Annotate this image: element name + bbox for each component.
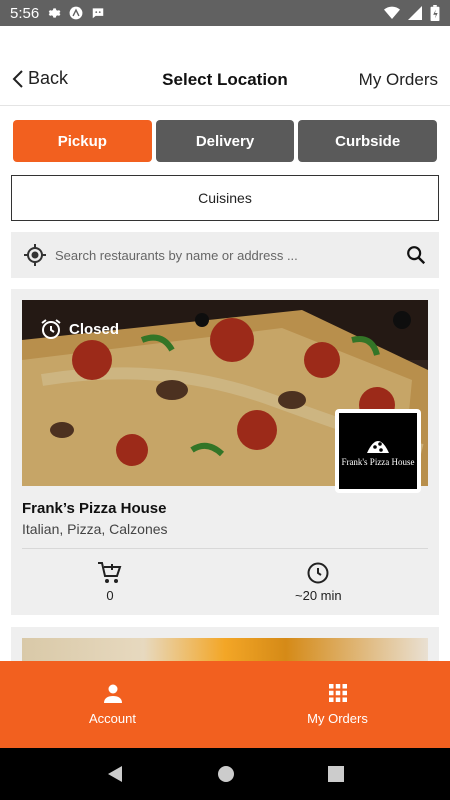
wait-time-stat: ~20 min: [295, 561, 342, 603]
bottom-nav: Account My Orders: [0, 661, 450, 748]
wait-time: ~20 min: [295, 588, 342, 603]
chevron-left-icon: [12, 69, 23, 88]
restaurant-logo: Frank's Pizza House: [335, 409, 421, 493]
divider: [22, 548, 428, 549]
curbside-tab[interactable]: Curbside: [298, 120, 438, 162]
pizza-logo-icon: [367, 441, 389, 453]
back-button[interactable]: Back: [12, 68, 68, 89]
pickup-tab[interactable]: Pickup: [13, 120, 152, 162]
nav-bar: Back Select Location My Orders: [0, 26, 450, 106]
my-orders-link[interactable]: My Orders: [359, 70, 438, 90]
account-tab[interactable]: Account: [0, 661, 225, 748]
cart-stat[interactable]: 0: [97, 561, 123, 603]
my-orders-tab[interactable]: My Orders: [225, 661, 450, 748]
alarm-icon: [41, 319, 61, 339]
clock-icon: [307, 562, 329, 584]
search-input[interactable]: [55, 247, 405, 263]
restaurant-name: Frank’s Pizza House: [22, 500, 167, 517]
system-nav-bar: [0, 748, 450, 800]
restaurant-card[interactable]: Closed Frank's Pizza House Frank’s Pizza…: [11, 289, 439, 615]
grid-icon: [328, 684, 347, 702]
account-label: Account: [89, 711, 136, 726]
my-orders-label: My Orders: [307, 711, 368, 726]
delivery-tab[interactable]: Delivery: [155, 120, 295, 162]
location-target-icon[interactable]: [23, 243, 47, 267]
battery-icon: [430, 5, 440, 21]
cart-count: 0: [106, 588, 114, 603]
home-circle-icon[interactable]: [217, 765, 235, 783]
person-icon: [103, 684, 122, 703]
order-type-selector: Pickup Delivery Curbside: [13, 120, 438, 162]
status-time: 5:56: [10, 4, 40, 22]
closed-badge: Closed: [39, 317, 119, 341]
search-bar: [11, 232, 439, 278]
wifi-icon: [384, 6, 400, 19]
cuisines-button[interactable]: Cuisines: [11, 175, 439, 221]
search-icon[interactable]: [405, 244, 427, 266]
settings-icon: [48, 8, 61, 18]
back-triangle-icon[interactable]: [106, 765, 124, 783]
chat-notification-icon: [92, 8, 104, 19]
restaurant-cuisines: Italian, Pizza, Calzones: [22, 521, 168, 537]
app-notification-icon: [69, 6, 83, 20]
status-label: Closed: [69, 320, 120, 338]
back-label: Back: [28, 68, 69, 88]
logo-text: Frank's Pizza House: [341, 457, 415, 467]
status-bar: 5:56: [0, 0, 450, 26]
recents-square-icon[interactable]: [327, 766, 344, 782]
cart-add-icon: [98, 562, 122, 583]
signal-icon: [408, 6, 422, 20]
